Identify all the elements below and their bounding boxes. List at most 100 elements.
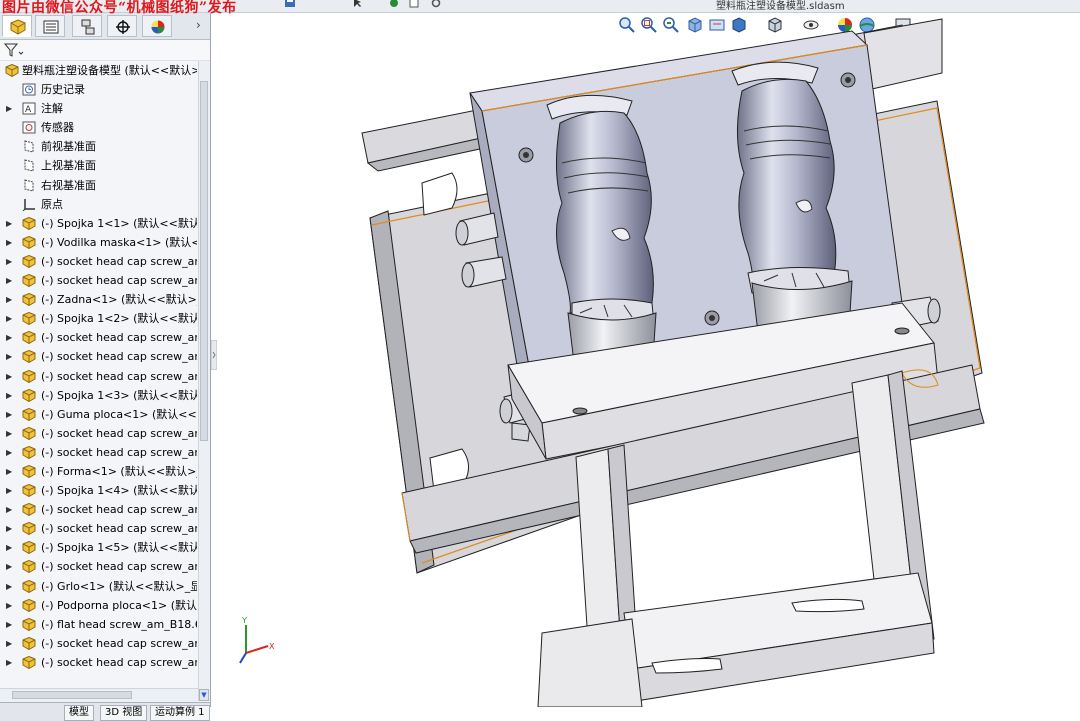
options-icon[interactable] xyxy=(430,0,442,8)
expand-arrow-icon[interactable]: ▶ xyxy=(6,424,12,443)
expand-arrow-icon[interactable]: ▶ xyxy=(6,577,12,596)
tree-item[interactable]: ▶ (-) socket head cap screw_am_ xyxy=(0,328,197,347)
bottom-tabs: 模型 3D 视图 运动算例 1 xyxy=(0,702,210,721)
expand-arrow-icon[interactable]: ▶ xyxy=(6,634,12,653)
dimxpert-manager-tab[interactable] xyxy=(107,15,137,37)
expand-arrow-icon[interactable]: ▶ xyxy=(6,596,12,615)
plane-icon xyxy=(24,178,34,192)
tree-item[interactable]: ▶ (-) Spojka 1<3> (默认<<默认>_ xyxy=(0,386,197,405)
assembly-icon xyxy=(10,19,26,35)
expand-arrow-icon[interactable]: ▶ xyxy=(6,405,12,424)
expand-arrow-icon[interactable]: ▶ xyxy=(6,519,12,538)
tree-item[interactable]: ▶ (-) socket head cap screw_am_ xyxy=(0,500,197,519)
scroll-down-icon[interactable]: ▼ xyxy=(199,689,209,701)
expand-arrow-icon[interactable]: ▶ xyxy=(6,481,12,500)
tree-item[interactable]: 传感器 xyxy=(0,118,197,137)
expand-arrow-icon[interactable]: ▶ xyxy=(6,386,12,405)
property-manager-tab[interactable] xyxy=(35,15,65,37)
tree-item[interactable]: ▶ (-) Spojka 1<2> (默认<<默认>_ xyxy=(0,309,197,328)
tree-vertical-scrollbar[interactable]: ▼ xyxy=(198,61,210,701)
tree-item[interactable]: ▶ (-) Spojka 1<4> (默认<<默认>_ xyxy=(0,481,197,500)
tree-item[interactable]: ▶ (-) Spojka 1<5> (默认<<默认>_ xyxy=(0,538,197,557)
panel-tabs: › xyxy=(0,13,210,40)
tab-motion-study[interactable]: 运动算例 1 xyxy=(150,705,210,721)
tree-item-label: (-) Forma<1> (默认<<默认>_显 xyxy=(41,464,197,478)
filter-icon[interactable] xyxy=(4,43,24,57)
chevron-right-icon[interactable]: › xyxy=(196,18,201,32)
tree-item[interactable]: ▶ (-) socket head cap screw_am_ xyxy=(0,653,197,672)
expand-arrow-icon[interactable]: ▶ xyxy=(6,252,12,271)
rebuild-icon[interactable] xyxy=(388,0,400,8)
tree-item[interactable]: ▶ (-) Forma<1> (默认<<默认>_显 xyxy=(0,462,197,481)
tree-item[interactable]: ▶ (-) socket head cap screw_am_ xyxy=(0,347,197,366)
expand-arrow-icon[interactable]: ▶ xyxy=(6,462,12,481)
tree-item-label: (-) socket head cap screw_am_ xyxy=(41,522,197,536)
appearance-icon xyxy=(151,20,165,34)
tree-item[interactable]: ▶ (-) socket head cap screw_am_ xyxy=(0,252,197,271)
scrollbar-thumb[interactable] xyxy=(12,691,132,699)
scrollbar-thumb[interactable] xyxy=(200,81,208,441)
expand-arrow-icon[interactable]: ▶ xyxy=(6,290,12,309)
part-icon xyxy=(22,216,36,230)
sensor-icon xyxy=(22,121,36,134)
expand-arrow-icon[interactable]: ▶ xyxy=(6,367,12,386)
tree-item[interactable]: ▶ (-) Vodilka maska<1> (默认<< xyxy=(0,233,197,252)
tree-item[interactable]: ▶ (-) socket head cap screw_am_ xyxy=(0,634,197,653)
part-icon xyxy=(22,274,36,288)
feature-manager-tab[interactable] xyxy=(2,15,32,37)
graphics-area[interactable]: Y X xyxy=(212,13,1080,707)
tree-item[interactable]: ▶ (-) socket head cap screw_am_ xyxy=(0,443,197,462)
tree-item[interactable]: 原点 xyxy=(0,195,197,214)
tab-3d-views[interactable]: 3D 视图 xyxy=(100,705,148,721)
watermark: 图片由微信公众号“机械图纸狗”发布 xyxy=(2,0,237,16)
expand-arrow-icon[interactable]: ▶ xyxy=(6,347,12,366)
expand-arrow-icon[interactable]: ▶ xyxy=(6,99,12,118)
expand-arrow-icon[interactable]: ▶ xyxy=(6,615,12,634)
tree-item[interactable]: ▶ A 注解 xyxy=(0,99,197,118)
tree-item-label: (-) Guma ploca<1> (默认<<默认 xyxy=(41,407,197,421)
configuration-manager-tab[interactable] xyxy=(72,15,102,37)
tree-item[interactable]: ▶ (-) socket head cap screw_am_ xyxy=(0,519,197,538)
origin-icon xyxy=(22,198,35,211)
tree-item[interactable]: ▶ (-) Zadna<1> (默认<<默认>_显 xyxy=(0,290,197,309)
tree-item[interactable]: ▶ (-) flat head screw_am_B18.6.7M xyxy=(0,615,197,634)
tree-item-label: (-) socket head cap screw_am_ xyxy=(41,445,197,459)
tree-item[interactable]: ▶ (-) Grlo<1> (默认<<默认>_显示 xyxy=(0,577,197,596)
tree-item[interactable]: ▶ (-) socket head cap screw_am_ xyxy=(0,271,197,290)
tree-horizontal-scrollbar[interactable] xyxy=(0,688,198,702)
expand-arrow-icon[interactable]: ▶ xyxy=(6,653,12,672)
tree-item[interactable]: 前视基准面 xyxy=(0,137,197,156)
expand-arrow-icon[interactable]: ▶ xyxy=(6,309,12,328)
expand-arrow-icon[interactable]: ▶ xyxy=(6,500,12,519)
tree-item[interactable]: ▶ (-) socket head cap screw_am_ xyxy=(0,367,197,386)
expand-arrow-icon[interactable]: ▶ xyxy=(6,443,12,462)
tree-item[interactable]: ▶ (-) Guma ploca<1> (默认<<默认 xyxy=(0,405,197,424)
expand-arrow-icon[interactable]: ▶ xyxy=(6,214,12,233)
save-icon[interactable] xyxy=(284,0,296,8)
expand-arrow-icon[interactable]: ▶ xyxy=(6,233,12,252)
property-list-icon xyxy=(43,20,59,34)
tree-item[interactable]: 历史记录 xyxy=(0,80,197,99)
tab-model[interactable]: 模型 xyxy=(64,705,94,721)
tree-item[interactable]: ▶ (-) socket head cap screw_am_ xyxy=(0,424,197,443)
expand-arrow-icon[interactable]: ▶ xyxy=(6,557,12,576)
expand-arrow-icon[interactable]: ▶ xyxy=(6,538,12,557)
tree-item[interactable]: ▶ (-) Podporna ploca<1> (默认< xyxy=(0,596,197,615)
display-manager-tab[interactable] xyxy=(142,15,172,37)
tree-item[interactable]: ▶ (-) Spojka 1<1> (默认<<默认>_显 xyxy=(0,214,197,233)
svg-text:X: X xyxy=(269,642,275,651)
tree-root-assembly[interactable]: 塑料瓶注塑设备模型 (默认<<默认>_ xyxy=(0,61,197,80)
tree-item-label: (-) socket head cap screw_am_ xyxy=(41,655,197,669)
tree-item-label: (-) socket head cap screw_am_ xyxy=(41,274,197,288)
tree-item[interactable]: ▶ (-) socket head cap screw_am_ xyxy=(0,557,197,576)
svg-text:A: A xyxy=(25,105,32,115)
expand-arrow-icon[interactable]: ▶ xyxy=(6,328,12,347)
tree-item[interactable]: 右视基准面 xyxy=(0,176,197,195)
part-icon xyxy=(22,235,36,249)
file-properties-icon[interactable] xyxy=(408,0,420,8)
part-icon xyxy=(22,407,36,421)
tree-item-label: (-) Grlo<1> (默认<<默认>_显示 xyxy=(41,579,197,593)
select-icon[interactable] xyxy=(352,0,364,8)
expand-arrow-icon[interactable]: ▶ xyxy=(6,271,12,290)
tree-item[interactable]: 上视基准面 xyxy=(0,156,197,175)
